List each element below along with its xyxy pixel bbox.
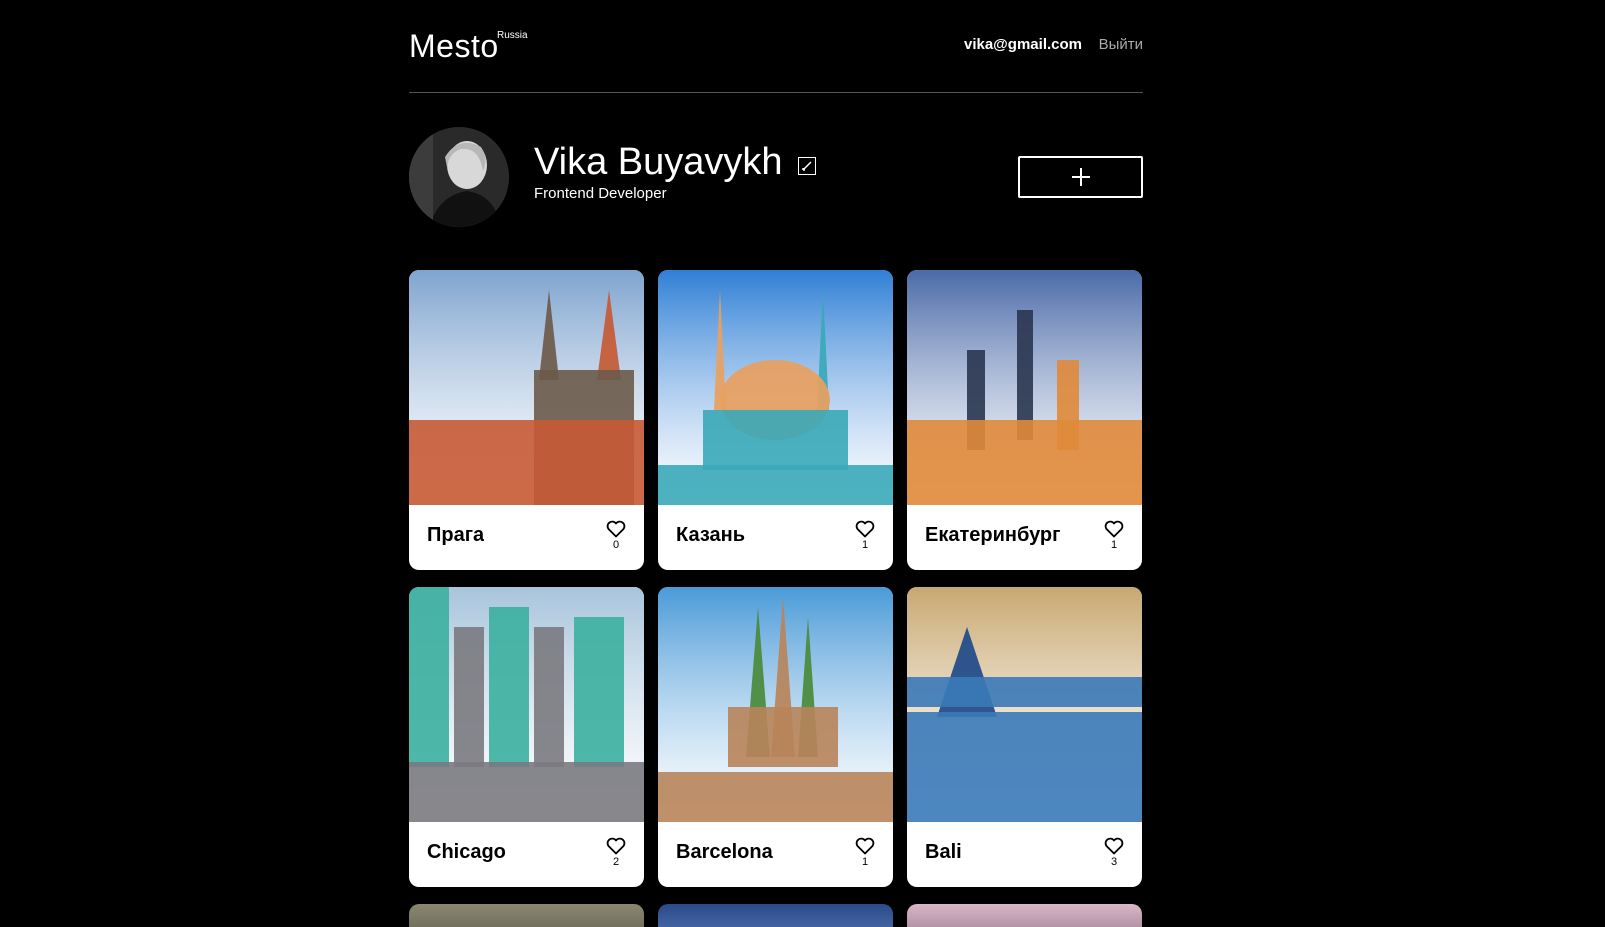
card-image[interactable] — [907, 587, 1142, 822]
card-photo — [907, 270, 1142, 505]
avatar[interactable] — [409, 127, 509, 227]
heart-icon[interactable] — [1104, 837, 1124, 855]
like-group: 3 — [1103, 837, 1125, 868]
card: Barcelona 1 — [658, 587, 893, 887]
card-photo — [409, 270, 644, 505]
plus-icon — [1072, 168, 1090, 186]
like-count: 1 — [861, 856, 869, 868]
card-title: Chicago — [427, 841, 506, 863]
card: Chicago 2 — [409, 587, 644, 887]
like-count: 0 — [612, 539, 620, 551]
card-title: Екатеринбург — [925, 524, 1061, 546]
profile: Vika Buyavykh Frontend Developer — [409, 93, 1143, 270]
card-photo — [409, 587, 644, 822]
card-image[interactable] — [409, 587, 644, 822]
profile-about: Frontend Developer — [534, 185, 667, 202]
like-group: 2 — [605, 837, 627, 868]
like-group: 1 — [854, 837, 876, 868]
avatar-image — [409, 127, 509, 227]
card-partial[interactable] — [409, 904, 644, 927]
card-title: Bali — [925, 841, 962, 863]
card: Казань 1 — [658, 270, 893, 570]
card-photo — [658, 587, 893, 822]
content-wrapper: Mesto Russia vika@gmail.com Выйти Vika B… — [409, 0, 1143, 270]
card: Bali 3 — [907, 587, 1142, 887]
edit-profile-button[interactable] — [798, 157, 816, 175]
logout-link[interactable]: Выйти — [1099, 36, 1143, 53]
page: Mesto Russia vika@gmail.com Выйти Vika B… — [0, 0, 1605, 927]
logo-region: Russia — [497, 30, 528, 41]
like-count: 2 — [612, 856, 620, 868]
heart-icon[interactable] — [1104, 520, 1124, 538]
heart-icon[interactable] — [855, 837, 875, 855]
profile-name: Vika Buyavykh — [534, 141, 783, 183]
like-group: 1 — [854, 520, 876, 551]
card-image[interactable] — [658, 587, 893, 822]
heart-icon[interactable] — [606, 520, 626, 538]
pencil-icon — [802, 161, 812, 171]
card-partial[interactable] — [907, 904, 1142, 927]
add-card-button[interactable] — [1018, 156, 1143, 198]
heart-icon[interactable] — [606, 837, 626, 855]
like-group: 1 — [1103, 520, 1125, 551]
card-partial[interactable] — [658, 904, 893, 927]
cards-grid: Прага 0 Казань 1 Екатеринбург 1 Chicago … — [409, 270, 1143, 927]
card: Прага 0 — [409, 270, 644, 570]
card: Екатеринбург 1 — [907, 270, 1142, 570]
like-count: 3 — [1110, 856, 1118, 868]
card-title: Прага — [427, 524, 485, 546]
card-image[interactable] — [658, 270, 893, 505]
card-photo — [907, 587, 1142, 822]
card-title: Barcelona — [676, 841, 773, 863]
header: Mesto Russia vika@gmail.com Выйти — [409, 0, 1143, 93]
heart-icon[interactable] — [855, 520, 875, 538]
user-email: vika@gmail.com — [963, 36, 1082, 53]
card-image[interactable] — [409, 270, 644, 505]
card-title: Казань — [676, 524, 745, 546]
card-image[interactable] — [907, 270, 1142, 505]
like-count: 1 — [861, 539, 869, 551]
card-photo — [658, 270, 893, 505]
logo[interactable]: Mesto — [409, 28, 499, 65]
like-group: 0 — [605, 520, 627, 551]
like-count: 1 — [1110, 539, 1118, 551]
